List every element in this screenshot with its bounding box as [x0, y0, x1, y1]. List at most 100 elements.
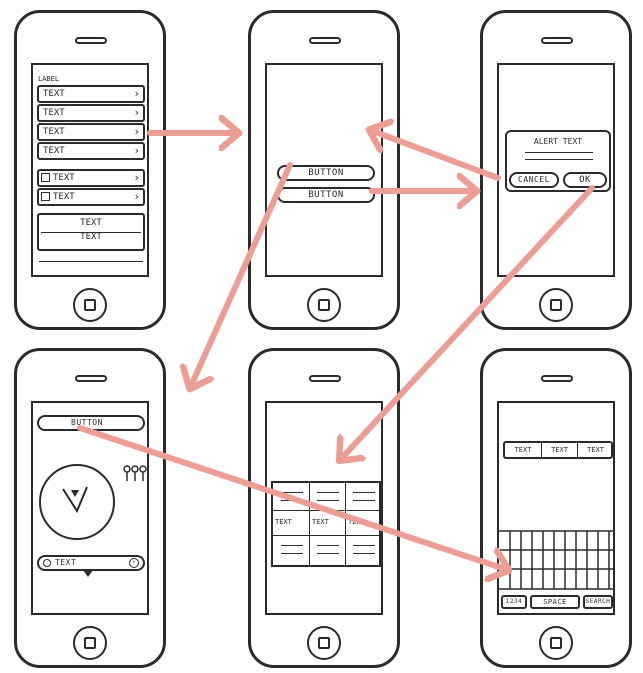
callout-pointer	[83, 570, 93, 577]
top-button[interactable]: BUTTON	[37, 415, 145, 431]
home-button[interactable]	[73, 288, 107, 322]
clock-screen: BUTTON TEXT ›	[31, 401, 149, 615]
clock-face-icon	[39, 464, 115, 540]
home-button[interactable]	[539, 288, 573, 322]
speaker-slot	[309, 37, 341, 44]
cell-line	[317, 553, 339, 554]
ok-button[interactable]: OK	[563, 172, 607, 188]
checkbox-icon[interactable]	[41, 173, 50, 182]
cell-line	[317, 500, 339, 501]
map-pins-icon	[123, 465, 147, 481]
cell-line	[281, 500, 303, 501]
keyboard-grid	[499, 530, 613, 590]
list-row-label: TEXT	[43, 146, 65, 156]
cell-line	[317, 492, 339, 493]
top-button-label: BUTTON	[71, 418, 103, 427]
home-button[interactable]	[73, 626, 107, 660]
numbers-key[interactable]: 1234	[501, 595, 527, 609]
segment[interactable]: TEXT	[505, 443, 541, 457]
phone-keyboard-screen: TEXT TEXT TEXT 1234 SPACE SEARCH	[480, 348, 632, 668]
chevron-right-icon: ›	[133, 190, 140, 203]
speaker-slot	[541, 37, 573, 44]
grid-divider	[273, 535, 379, 536]
grid-divider	[309, 483, 310, 565]
home-button[interactable]	[307, 626, 341, 660]
speaker-slot	[75, 375, 107, 382]
checkbox-row[interactable]: TEXT ›	[37, 169, 145, 187]
list-row[interactable]: TEXT ›	[37, 104, 145, 122]
space-key-label: SPACE	[543, 598, 567, 606]
section-label: LABEL	[38, 75, 60, 83]
grid-cell-text[interactable]: TEXT	[275, 518, 292, 526]
list-row[interactable]: TEXT ›	[37, 142, 145, 160]
grid-cell-text[interactable]: TEXT	[348, 518, 365, 526]
alert-screen: ALERT TEXT CANCEL OK	[497, 63, 615, 277]
speaker-slot	[75, 37, 107, 44]
phone-clock-screen: BUTTON TEXT ›	[14, 348, 166, 668]
segment[interactable]: TEXT	[578, 443, 613, 457]
secondary-button-label: BUTTON	[308, 190, 344, 200]
list-row[interactable]: TEXT ›	[37, 85, 145, 103]
checkbox-row[interactable]: TEXT ›	[37, 188, 145, 206]
cell-line	[353, 545, 375, 546]
cancel-button-label: CANCEL	[518, 175, 550, 184]
text-block-line: TEXT	[80, 232, 102, 242]
grid-table: TEXT TEXT TEXT	[271, 481, 381, 567]
cell-line	[281, 553, 303, 554]
callout-text: TEXT	[55, 558, 77, 567]
keyboard-screen: TEXT TEXT TEXT 1234 SPACE SEARCH	[497, 401, 615, 615]
wireframe-canvas: LABEL TEXT › TEXT › TEXT › TEXT › TEXT ›	[0, 0, 643, 673]
list-screen: LABEL TEXT › TEXT › TEXT › TEXT › TEXT ›	[31, 63, 149, 277]
primary-button-label: BUTTON	[308, 168, 344, 178]
ok-button-label: OK	[579, 175, 591, 185]
cancel-button[interactable]: CANCEL	[509, 172, 559, 188]
chevron-right-icon: ›	[133, 106, 140, 119]
phone-grid-screen: TEXT TEXT TEXT	[248, 348, 400, 668]
cell-line	[281, 545, 303, 546]
checkbox-row-label: TEXT	[53, 192, 75, 202]
list-row[interactable]: TEXT ›	[37, 123, 145, 141]
segment[interactable]: TEXT	[542, 443, 577, 457]
scribble-line	[39, 261, 143, 262]
speaker-slot	[541, 375, 573, 382]
radio-icon	[43, 559, 51, 567]
cell-line	[317, 545, 339, 546]
cell-line	[353, 500, 375, 501]
list-row-label: TEXT	[43, 127, 65, 137]
text-block-line: TEXT	[80, 218, 102, 228]
buttons-screen: BUTTON BUTTON	[265, 63, 383, 277]
alert-text-line	[525, 152, 593, 153]
checkbox-icon[interactable]	[41, 192, 50, 201]
home-button[interactable]	[307, 288, 341, 322]
space-key[interactable]: SPACE	[530, 595, 580, 609]
text-block: TEXT TEXT	[37, 213, 145, 251]
grid-screen: TEXT TEXT TEXT	[265, 401, 383, 615]
callout-search-field[interactable]: TEXT ›	[37, 555, 145, 571]
phone-list-screen: LABEL TEXT › TEXT › TEXT › TEXT › TEXT ›	[14, 10, 166, 330]
alert-title: ALERT TEXT	[533, 137, 583, 146]
phone-buttons-screen: BUTTON BUTTON	[248, 10, 400, 330]
chevron-right-icon: ›	[133, 171, 140, 184]
list-row-label: TEXT	[43, 89, 65, 99]
alert-dialog: ALERT TEXT CANCEL OK	[505, 130, 611, 192]
home-button[interactable]	[539, 626, 573, 660]
grid-cell-text[interactable]: TEXT	[312, 518, 329, 526]
disclosure-icon[interactable]: ›	[129, 558, 139, 568]
chevron-right-icon: ›	[133, 87, 140, 100]
grid-divider	[345, 483, 346, 565]
chevron-right-icon: ›	[133, 125, 140, 138]
secondary-button[interactable]: BUTTON	[277, 187, 375, 203]
phone-alert-screen: ALERT TEXT CANCEL OK	[480, 10, 632, 330]
chevron-right-icon: ›	[133, 144, 140, 157]
cell-line	[353, 492, 375, 493]
search-key[interactable]: SEARCH	[583, 595, 613, 609]
divider	[41, 232, 141, 233]
list-row-label: TEXT	[43, 108, 65, 118]
grid-divider	[273, 510, 379, 511]
speaker-slot	[309, 375, 341, 382]
cell-line	[353, 553, 375, 554]
checkbox-row-label: TEXT	[53, 173, 75, 183]
search-key-label: SEARCH	[585, 598, 611, 605]
primary-button[interactable]: BUTTON	[277, 165, 375, 181]
segmented-control: TEXT TEXT TEXT	[503, 441, 613, 459]
